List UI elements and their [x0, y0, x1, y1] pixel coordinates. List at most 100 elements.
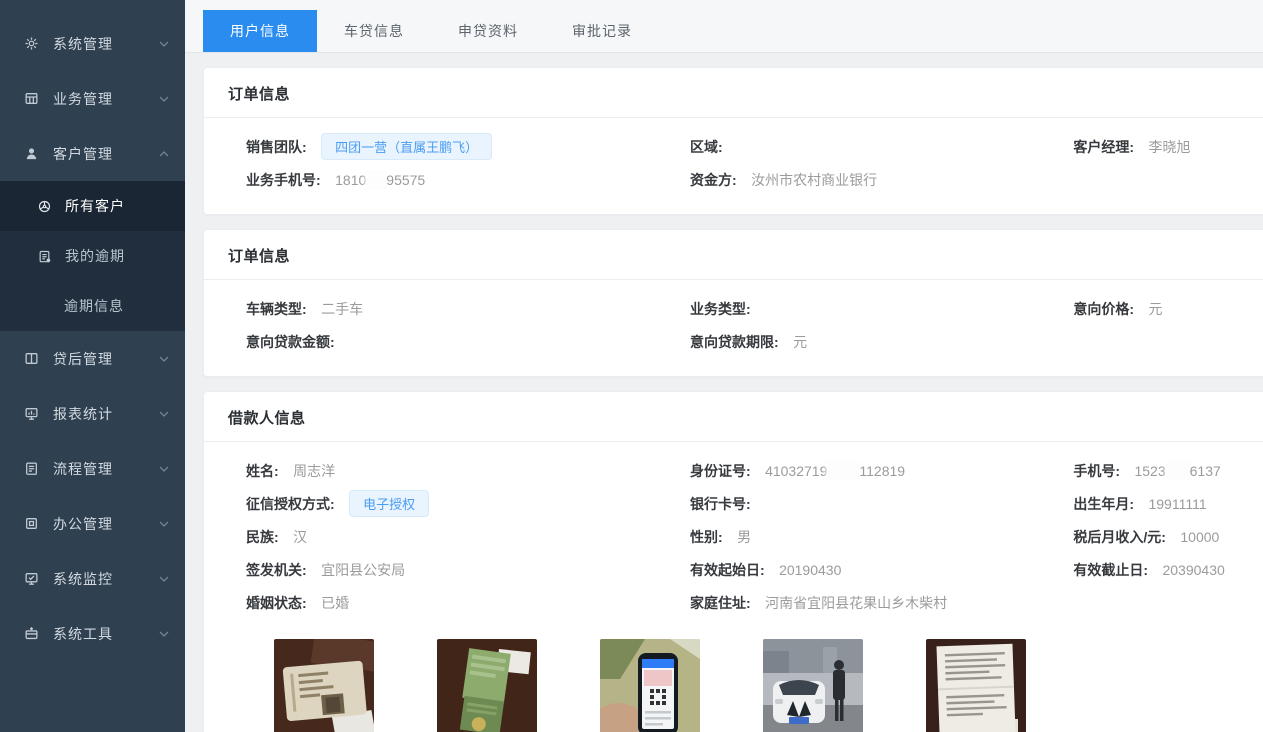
handwritten-document-photo[interactable] — [926, 639, 1026, 732]
sidebar-subitem-overdue-info[interactable]: 逾期信息 — [0, 281, 185, 331]
chevron-down-icon — [159, 356, 169, 362]
document-photos-row: 个人照 — [274, 639, 1255, 732]
monitor-icon — [24, 406, 39, 421]
field-label: 税后月收入/元: — [1073, 529, 1166, 545]
id-card-photo[interactable] — [274, 639, 374, 732]
sidebar-item-label: 系统监控 — [53, 569, 159, 589]
sidebar-item-label: 贷后管理 — [53, 349, 159, 369]
field-vehicle-type: 车辆类型: 二手车 — [246, 299, 690, 319]
sidebar-item-customer-management[interactable]: 客户管理 — [0, 126, 185, 181]
field-value: 181095575 — [335, 172, 425, 188]
field-row: 业务手机号: 181095575 资金方: 汝州市农村商业银行 — [246, 163, 1255, 196]
sidebar-item-system-management[interactable]: 系统管理 — [0, 16, 185, 71]
field-value: 20390430 — [1162, 562, 1224, 578]
user-icon — [24, 146, 39, 161]
sidebar-item-label: 系统工具 — [53, 624, 159, 644]
field-monthly-income: 税后月收入/元: 10000 — [1073, 527, 1255, 547]
tab-loan-application-materials[interactable]: 申贷资料 — [431, 10, 545, 52]
sidebar-subitem-label: 所有客户 — [65, 196, 125, 216]
field-label: 意向贷款金额: — [246, 334, 335, 350]
field-label: 银行卡号: — [690, 496, 751, 512]
toolbox-icon — [24, 626, 39, 641]
sidebar-item-system-tools[interactable]: 系统工具 — [0, 606, 185, 661]
credit-auth-tag: 电子授权 — [349, 490, 429, 517]
tab-user-info[interactable]: 用户信息 — [203, 10, 317, 52]
field-sales-team: 销售团队: 四团一营（直属王鹏飞） — [246, 133, 690, 160]
sidebar-item-label: 报表统计 — [53, 404, 159, 424]
field-row: 意向贷款金额: 意向贷款期限: 元 — [246, 325, 1255, 358]
field-bank-card: 银行卡号: — [690, 494, 1073, 514]
field-intent-loan-term: 意向贷款期限: 元 — [690, 332, 1073, 352]
field-region: 区域: — [690, 137, 1073, 157]
sidebar-item-post-loan-management[interactable]: 贷后管理 — [0, 331, 185, 386]
order-info-card: 订单信息 销售团队: 四团一营（直属王鹏飞） 区域: 客户经理: 李晓旭 — [203, 67, 1263, 215]
sidebar-subitem-my-overdue[interactable]: 我的逾期 — [0, 231, 185, 281]
main-content: 用户信息 车贷信息 申贷资料 审批记录 订单信息 销售团队: 四团一营（直属王鹏… — [185, 0, 1263, 732]
field-marital-status: 婚姻状态: 已婚 — [246, 593, 690, 613]
field-mobile: 手机号: 15236137 — [1073, 461, 1255, 481]
tab-car-loan-info[interactable]: 车贷信息 — [317, 10, 431, 52]
green-license-booklet-photo[interactable] — [437, 639, 537, 732]
redaction-blur — [368, 172, 384, 188]
field-value: 41032719112819 — [765, 463, 905, 479]
book-icon — [24, 351, 39, 366]
field-row: 签发机关: 宜阳县公安局 有效起始日: 20190430 有效截止日: 2039… — [246, 553, 1255, 586]
field-value: 二手车 — [321, 301, 363, 317]
cards-container: 订单信息 销售团队: 四团一营（直属王鹏飞） 区域: 客户经理: 李晓旭 — [185, 53, 1263, 732]
field-business-phone: 业务手机号: 181095575 — [246, 170, 690, 190]
card-body: 车辆类型: 二手车 业务类型: 意向价格: 元 意向贷款金额: — [204, 280, 1263, 376]
sidebar: 系统管理 业务管理 客户管理 所有客户 我的逾期 逾期信息 — [0, 0, 185, 732]
sidebar-item-system-monitor[interactable]: 系统监控 — [0, 551, 185, 606]
field-home-address: 家庭住址: 河南省宜阳县花果山乡木柴村 — [690, 593, 1073, 613]
field-label: 车辆类型: — [246, 301, 307, 317]
field-label: 区域: — [690, 139, 723, 155]
field-value: 汝州市农村商业银行 — [751, 172, 877, 188]
sidebar-item-process-management[interactable]: 流程管理 — [0, 441, 185, 496]
field-value: 元 — [793, 334, 807, 350]
field-name: 姓名: 周志洋 — [246, 461, 690, 481]
card-title: 借款人信息 — [204, 392, 1263, 442]
chevron-down-icon — [159, 521, 169, 527]
photo-item: 结婚证明 — [926, 639, 1026, 732]
field-label: 家庭住址: — [690, 595, 751, 611]
chevron-down-icon — [159, 466, 169, 472]
field-value: 15236137 — [1134, 463, 1220, 479]
field-label: 出生年月: — [1073, 496, 1134, 512]
field-label: 意向贷款期限: — [690, 334, 779, 350]
document-icon — [38, 250, 51, 263]
sidebar-subitem-label: 我的逾期 — [65, 246, 125, 266]
detail-tabbar: 用户信息 车贷信息 申贷资料 审批记录 — [185, 0, 1263, 53]
sidebar-item-label: 客户管理 — [53, 144, 159, 164]
field-row: 征信授权方式: 电子授权 银行卡号: 出生年月: 19911111 — [246, 487, 1255, 520]
sidebar-item-report-statistics[interactable]: 报表统计 — [0, 386, 185, 441]
field-value: 已婚 — [321, 595, 349, 611]
field-valid-from: 有效起始日: 20190430 — [690, 560, 1073, 580]
field-label: 业务类型: — [690, 301, 751, 317]
sidebar-subitem-all-customers[interactable]: 所有客户 — [0, 181, 185, 231]
field-row: 车辆类型: 二手车 业务类型: 意向价格: 元 — [246, 292, 1255, 325]
field-label: 身份证号: — [690, 463, 751, 479]
field-value: 20190430 — [779, 562, 841, 578]
field-label: 客户经理: — [1073, 139, 1134, 155]
chevron-down-icon — [159, 411, 169, 417]
field-row: 民族: 汉 性别: 男 税后月收入/元: 10000 — [246, 520, 1255, 553]
gear-icon — [24, 36, 39, 51]
field-label: 意向价格: — [1073, 301, 1134, 317]
field-label: 征信授权方式: — [246, 496, 335, 512]
field-row: 销售团队: 四团一营（直属王鹏飞） 区域: 客户经理: 李晓旭 — [246, 130, 1255, 163]
phone-qr-code-photo[interactable] — [600, 639, 700, 732]
person-with-car-photo[interactable] — [763, 639, 863, 732]
field-id-number: 身份证号: 41032719112819 — [690, 461, 1073, 481]
sidebar-item-office-management[interactable]: 办公管理 — [0, 496, 185, 551]
sales-team-tag: 四团一营（直属王鹏飞） — [321, 133, 492, 160]
vehicle-order-info-card: 订单信息 车辆类型: 二手车 业务类型: 意向价格: 元 — [203, 229, 1263, 377]
field-label: 业务手机号: — [246, 172, 321, 188]
field-row: 姓名: 周志洋 身份证号: 41032719112819 手机号: 152361… — [246, 454, 1255, 487]
photo-item: 征信授权 — [600, 639, 700, 732]
photo-item: 个人照 — [274, 639, 374, 732]
field-label: 销售团队: — [246, 139, 307, 155]
sidebar-item-business-management[interactable]: 业务管理 — [0, 71, 185, 126]
tab-approval-records[interactable]: 审批记录 — [545, 10, 659, 52]
field-label: 婚姻状态: — [246, 595, 307, 611]
field-value: 汉 — [293, 529, 307, 545]
